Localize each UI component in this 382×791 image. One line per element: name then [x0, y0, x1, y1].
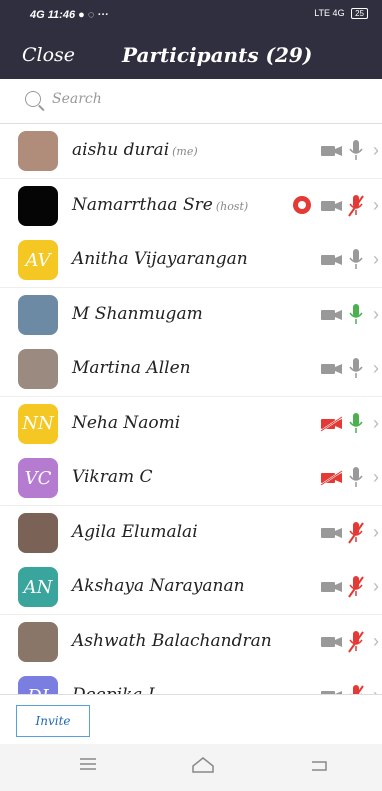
chevron-right-icon[interactable]: › — [373, 141, 379, 159]
home-icon[interactable] — [190, 754, 216, 776]
battery-icon: 25 — [351, 8, 368, 19]
back-icon[interactable] — [308, 754, 330, 774]
camera-off-icon — [320, 470, 343, 486]
participant-name: Vikram C — [72, 467, 153, 487]
participant-name-text: Namarrthaa Sre — [72, 194, 213, 215]
participant-name-text: M Shanmugam — [72, 303, 203, 324]
microphone-icon — [349, 467, 363, 487]
recording-icon — [293, 195, 311, 214]
chevron-right-icon[interactable]: › — [373, 577, 379, 595]
participant-name-text: Neha Naomi — [72, 412, 181, 433]
camera-icon — [321, 527, 342, 538]
invite-button[interactable]: Invite — [16, 705, 90, 737]
microphone-icon — [349, 303, 363, 324]
avatar: NN — [18, 403, 58, 444]
participant-row[interactable]: Namarrthaa Sre (host) › — [0, 178, 382, 234]
menu-icon[interactable] — [78, 754, 98, 774]
participant-row[interactable]: Agila Elumalai › — [0, 505, 382, 561]
avatar — [18, 512, 58, 553]
participant-row[interactable]: VC Vikram C › — [0, 451, 382, 506]
search-input[interactable]: Search — [52, 91, 102, 107]
microphone-muted-icon — [348, 630, 364, 653]
participant-name: Akshaya Narayanan — [72, 576, 245, 596]
avatar — [18, 621, 58, 662]
participant-tag: (host) — [215, 199, 249, 213]
footer-bar: Invite — [0, 694, 382, 745]
chevron-right-icon[interactable]: › — [373, 523, 379, 541]
participant-name-text: aishu durai — [72, 140, 170, 160]
chevron-right-icon[interactable]: › — [373, 686, 379, 694]
microphone-icon — [349, 358, 363, 378]
microphone-muted-icon — [348, 521, 364, 544]
chevron-right-icon[interactable]: › — [373, 359, 379, 377]
participant-name-text: Martina Allen — [72, 358, 191, 378]
page-title: Participants (29) — [122, 43, 313, 67]
participant-row[interactable]: Ashwath Balachandran › — [0, 614, 382, 670]
avatar: AN — [18, 567, 58, 607]
participant-name-text: Ashwath Balachandran — [72, 630, 272, 651]
participant-row[interactable]: NN Neha Naomi › — [0, 396, 382, 452]
participant-name-text: Vikram C — [72, 467, 153, 487]
avatar — [18, 349, 58, 389]
participant-name: aishu durai (me) — [72, 140, 198, 160]
status-time: 4G 11:46 ● ◌ ··· — [30, 9, 109, 21]
search-bar[interactable]: Search — [0, 79, 382, 124]
microphone-icon — [349, 412, 363, 433]
chevron-right-icon[interactable]: › — [373, 414, 379, 432]
microphone-muted-icon — [348, 194, 364, 217]
chevron-right-icon[interactable]: › — [373, 632, 379, 650]
participant-name: Deepika I — [72, 685, 155, 694]
status-indicators: LTE 4G 25 — [314, 8, 368, 19]
avatar — [18, 185, 58, 226]
participant-name: Ashwath Balachandran — [72, 631, 272, 651]
avatar: VC — [18, 458, 58, 498]
chevron-right-icon[interactable]: › — [373, 468, 379, 486]
status-bar: 4G 11:46 ● ◌ ··· LTE 4G 25 — [0, 0, 382, 32]
participant-name: Agila Elumalai — [72, 522, 198, 542]
participant-row[interactable]: M Shanmugam › — [0, 287, 382, 343]
participant-name-text: Agila Elumalai — [72, 521, 198, 542]
participant-tag: (me) — [172, 145, 198, 158]
participant-row[interactable]: Martina Allen › — [0, 342, 382, 397]
camera-icon — [321, 200, 342, 211]
microphone-muted-icon — [348, 576, 364, 598]
participant-row[interactable]: AV Anitha Vijayarangan › — [0, 233, 382, 288]
microphone-muted-icon — [350, 685, 364, 694]
avatar: DI — [18, 676, 58, 694]
participant-name-text: Deepika I — [72, 685, 155, 694]
camera-off-icon — [320, 415, 343, 432]
participants-list: aishu durai (me) › Namarrthaa Sre (host) › AV A… — [0, 124, 382, 694]
avatar: AV — [18, 240, 58, 280]
android-nav-bar — [0, 744, 382, 791]
avatar — [18, 294, 58, 335]
header-bar: Close Participants (29) — [0, 32, 382, 79]
camera-icon — [321, 309, 342, 320]
participant-name: Martina Allen — [72, 358, 191, 378]
avatar — [18, 131, 58, 171]
chevron-right-icon[interactable]: › — [373, 305, 379, 323]
microphone-icon — [349, 140, 363, 160]
participant-name: M Shanmugam — [72, 304, 203, 324]
microphone-icon — [349, 249, 363, 269]
participant-row[interactable]: AN Akshaya Narayanan › — [0, 560, 382, 615]
participant-name: Anitha Vijayarangan — [72, 249, 248, 269]
participant-row[interactable]: DI Deepika I › — [0, 669, 382, 694]
camera-icon — [321, 582, 342, 592]
participant-name-text: Akshaya Narayanan — [72, 576, 245, 596]
participant-name-text: Anitha Vijayarangan — [72, 249, 248, 269]
camera-icon — [321, 255, 342, 265]
search-icon — [25, 91, 41, 107]
chevron-right-icon[interactable]: › — [373, 250, 379, 268]
participant-name: Namarrthaa Sre (host) — [72, 195, 248, 215]
close-button[interactable]: Close — [22, 44, 75, 66]
chevron-right-icon[interactable]: › — [373, 196, 379, 214]
participant-row[interactable]: aishu durai (me) › — [0, 124, 382, 179]
participant-name: Neha Naomi — [72, 413, 180, 433]
camera-icon — [321, 364, 342, 374]
camera-icon — [321, 146, 342, 156]
camera-icon — [321, 636, 342, 647]
